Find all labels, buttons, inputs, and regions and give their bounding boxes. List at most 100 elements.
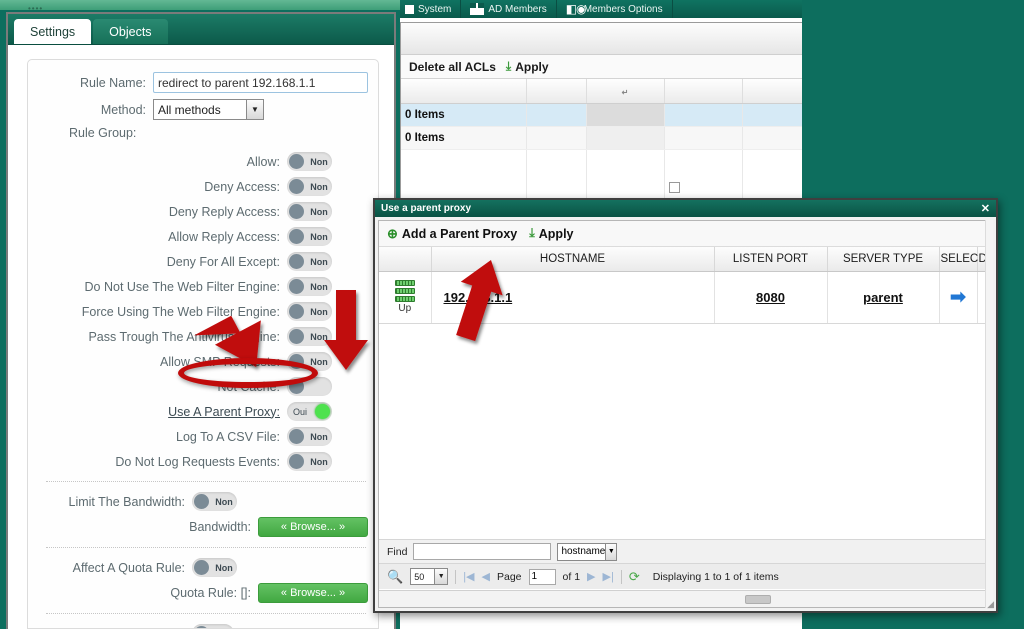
toggle-affect-quota-rule[interactable]: Non [192,558,237,577]
quota-browse-button[interactable]: « Browse... » [258,583,368,603]
rule-group-label: Rule Group: [69,126,137,140]
column-header-select[interactable]: SELEC [939,247,978,272]
next-page-icon[interactable]: ▶ [587,570,595,583]
dialog-body: ⊕ Add a Parent Proxy ⤓ Apply HOSTNAME LI… [378,220,993,608]
hostname-link[interactable]: 192.168.1.1 [444,290,513,305]
toggle-antivirus[interactable]: Non [287,327,332,346]
toggle-use-a-parent-proxy[interactable]: Oui [287,402,332,421]
background-apply-button[interactable]: ⤓ Apply [506,59,549,74]
cell-listen-port: 8080 [714,271,828,324]
section-divider [46,547,366,548]
bg-row1-c2 [526,103,587,127]
toggle-no-web-filter[interactable]: Non [287,277,332,296]
limit-bandwidth-row: Limit The Bandwidth: Non [28,489,378,514]
page-input[interactable] [528,568,556,585]
quota-toggle-label: Affect A Quota Rule: [72,560,185,575]
bg-row1-c4 [664,103,743,127]
table-row[interactable]: 0 Items [401,103,802,127]
toggle-row-deny-for-all-except: Deny For All Except: Non [28,249,378,274]
menu-item-members-options[interactable]: ◧◉ Members Options [557,0,673,18]
add-a-parent-proxy-label: Add a Parent Proxy [401,226,518,241]
toggle-deny-reply-access[interactable]: Non [287,202,332,221]
bg-row1-c5 [742,103,802,127]
table-row[interactable]: Up 192.168.1.1 8080 parent ➡ [379,271,992,324]
add-a-parent-proxy-button[interactable]: ⊕ Add a Parent Proxy [387,226,517,242]
dialog-title-bar: Use a parent proxy ✕ [375,200,996,217]
scrollbar-thumb[interactable] [745,594,771,604]
toggle-allow[interactable]: Non [287,152,332,171]
resize-grip-icon[interactable]: ◢ [987,599,994,610]
toggle-no-log-events[interactable]: Non [287,452,332,471]
toggle-state-smp-requests: Non [310,356,328,367]
section-divider [46,481,366,482]
menu-item-system[interactable]: System [396,0,462,18]
column-header-status[interactable] [379,247,432,272]
table-empty-row [379,323,992,515]
toggle-label-no-log-events: Do Not Log Requests Events: [115,454,280,469]
toggle-knob [289,279,304,294]
toggle-knob [194,494,209,509]
page-size-select[interactable]: 50 ▼ [410,568,449,585]
menu-item-ad-members[interactable]: AD Members [461,0,557,18]
bg-row2-c5 [742,126,802,150]
bandwidth-browse-button[interactable]: « Browse... » [258,517,368,537]
toggle-force-web-filter[interactable]: Non [287,302,332,321]
toggle-label-no-web-filter: Do Not Use The Web Filter Engine: [84,279,280,294]
column-header-server-type[interactable]: SERVER TYPE [827,247,940,272]
toggle-row-no-web-filter: Do Not Use The Web Filter Engine: Non [28,274,378,299]
parent-proxy-table: HOSTNAME LISTEN PORT SERVER TYPE SELEC D… [379,247,992,515]
toggle-allow-reply-access[interactable]: Non [287,227,332,246]
arrow-right-icon[interactable]: ➡ [950,287,966,308]
bandwidth-row: Bandwidth: « Browse... » [28,514,378,540]
toggle-row-smp-requests: Allow SMP Requests: Non [28,349,378,374]
listen-port-link[interactable]: 8080 [756,290,785,305]
bg-th-3: ↵ [586,79,665,104]
column-header-listen-port[interactable]: LISTEN PORT [714,247,828,272]
rule-name-input[interactable] [153,72,368,93]
dialog-apply-button[interactable]: ⤓ Apply [529,226,573,241]
toggle-log-csv[interactable]: Non [287,427,332,446]
bg-th-5 [742,79,802,104]
background-acl-panel: Delete all ACLs ⤓ Apply ↵ 0 Items 0 Item… [400,22,802,230]
toggle-smp-requests[interactable]: Non [287,352,332,371]
toggle-state-limit-bandwidth: Non [215,496,233,507]
find-field-select[interactable]: hostname ▼ [557,542,618,561]
server-type-link[interactable]: parent [863,290,903,305]
magnifier-icon[interactable]: 🔍 [387,569,403,585]
tab-objects-label: Objects [109,24,152,39]
toggle-limit-bandwidth[interactable]: Non [192,492,237,511]
toggle-not-cache[interactable] [287,377,332,396]
row-checkbox[interactable] [668,182,680,193]
tab-objects[interactable]: Objects [93,19,168,44]
table-empty-area [379,323,992,515]
cell-status: Up [379,271,432,324]
bandwidth-label: Bandwidth: [189,520,251,534]
delete-all-acls-button[interactable]: Delete all ACLs [409,60,496,74]
toggle-deny-for-all-except[interactable]: Non [287,252,332,271]
square-icon [405,4,414,14]
prev-page-icon[interactable]: ◀ [482,570,490,583]
toggle-state-affect-quota-rule: Non [215,562,233,573]
horizontal-scrollbar[interactable] [379,590,992,607]
vertical-scrollbar[interactable] [985,220,993,608]
menu-item-members-options-label: Members Options [583,3,663,15]
column-header-hostname[interactable]: HOSTNAME [431,247,715,272]
toggle-label-allow-reply-access: Allow Reply Access: [168,229,280,244]
bandwidth-browse-label: « Browse... » [280,521,346,533]
close-icon[interactable]: ✕ [981,202,990,215]
pagination-bar: 🔍 50 ▼ |◀ ◀ Page of 1 ▶ ▶| ⟳ Displaying … [379,563,992,589]
find-input[interactable] [413,543,552,560]
first-page-icon[interactable]: |◀ [463,570,474,583]
toggle-state-no-web-filter: Non [310,281,328,292]
server-status-label: Up [398,303,412,314]
background-panel-header [401,23,802,55]
last-page-icon[interactable]: ▶| [603,570,614,583]
tab-settings[interactable]: Settings [14,19,92,44]
bg-th-1 [401,79,527,104]
table-row[interactable]: 0 Items [401,126,802,150]
toggle-deny-access[interactable]: Non [287,177,332,196]
refresh-icon[interactable]: ⟳ [629,569,640,585]
toggle-add-custom-header[interactable]: Non [192,624,234,628]
method-select[interactable]: All methods ▼ [153,99,264,120]
quota-toggle-row: Affect A Quota Rule: Non [28,555,378,580]
